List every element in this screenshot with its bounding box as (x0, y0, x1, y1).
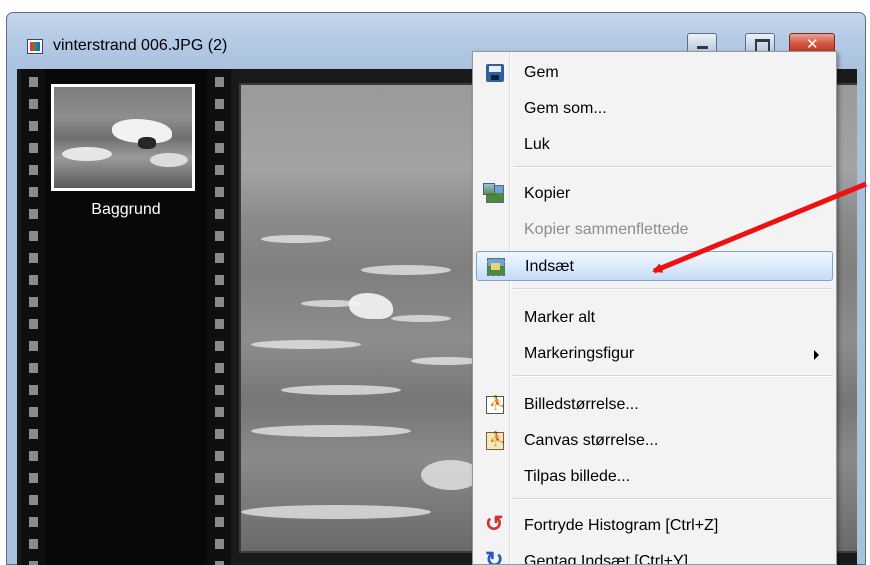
film-strip-border-right (207, 69, 231, 565)
undo-icon (485, 511, 504, 537)
film-strip-border-left (21, 69, 45, 565)
image-size-icon (486, 395, 505, 414)
layer-label: Baggrund (91, 201, 161, 218)
menu-separator (513, 375, 833, 377)
menu-item-select-all[interactable]: Marker alt (476, 303, 833, 333)
menu-item-save-as[interactable]: Gem som... (476, 94, 833, 124)
paste-icon (487, 258, 505, 276)
menu-item-image-size[interactable]: Billedstørrelse... (476, 390, 833, 420)
redo-icon (485, 547, 504, 564)
menu-item-close[interactable]: Luk (476, 130, 833, 160)
menu-item-save[interactable]: Gem (476, 58, 833, 88)
menu-item-fit-image[interactable]: Tilpas billede... (476, 462, 833, 492)
menu-item-redo[interactable]: Gentag Indsæt [Ctrl+Y] (476, 547, 833, 564)
canvas-size-icon (486, 431, 505, 450)
save-icon (486, 64, 504, 82)
copy-icon (483, 183, 504, 203)
menu-separator (513, 288, 833, 290)
submenu-arrow-icon (814, 350, 819, 360)
layer-thumbnail[interactable] (51, 84, 195, 191)
menu-separator (513, 166, 833, 168)
menu-separator (513, 498, 833, 500)
menu-item-selection-shape[interactable]: Markeringsfigur (476, 339, 833, 369)
menu-item-undo[interactable]: Fortryde Histogram [Ctrl+Z] (476, 511, 833, 541)
menu-item-canvas-size[interactable]: Canvas størrelse... (476, 426, 833, 456)
menu-item-paste[interactable]: Indsæt (476, 251, 833, 281)
app-icon[interactable] (27, 39, 43, 54)
window-title: vinterstrand 006.JPG (2) (53, 37, 228, 54)
menu-item-copy-merged: Kopier sammenflettede (524, 221, 689, 238)
menu-item-copy[interactable]: Kopier (476, 179, 833, 209)
context-menu: Gem Gem som... Luk Kopier Kopier sammenf… (472, 51, 837, 565)
